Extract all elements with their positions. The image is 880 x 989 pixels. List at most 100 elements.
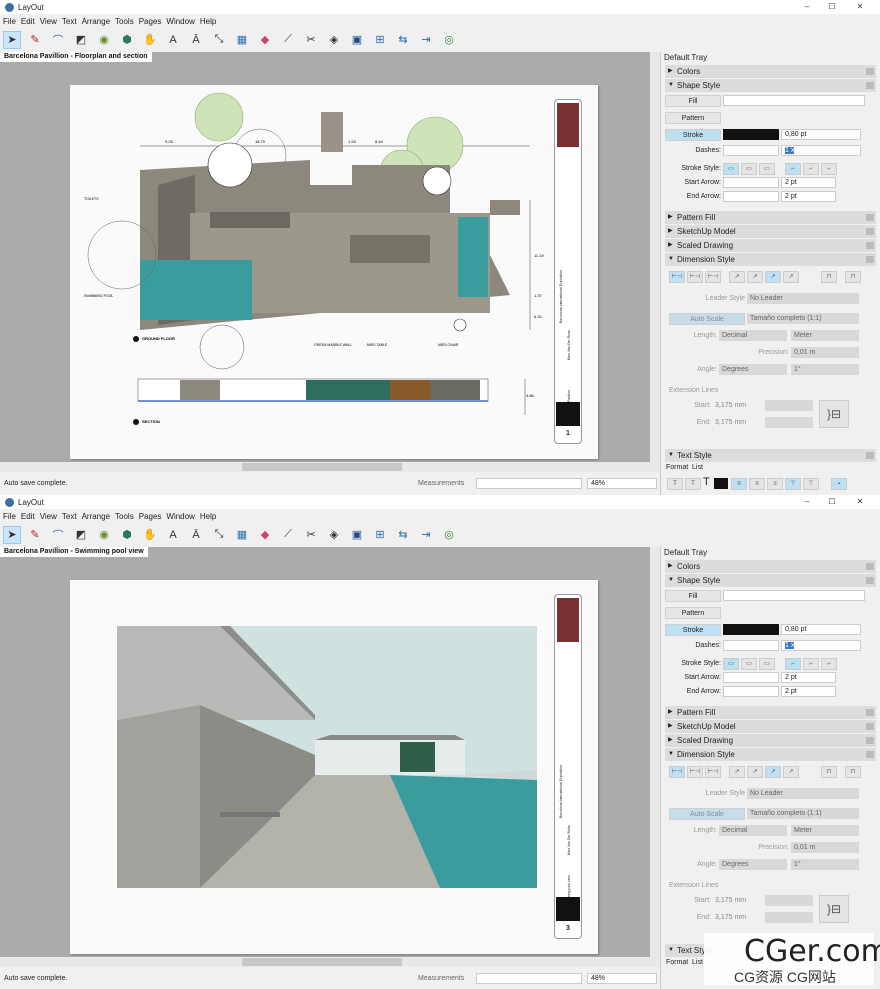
valign-icon[interactable]: ▪ bbox=[831, 478, 847, 490]
duplicate-page-icon[interactable]: ⇆ bbox=[394, 31, 412, 49]
stroke-button[interactable]: Stroke bbox=[665, 129, 721, 141]
offset-icon[interactable]: ◩ bbox=[72, 526, 90, 544]
style-icon[interactable]: ✋ bbox=[141, 31, 159, 49]
section-shape-style[interactable]: ▼ Shape Style bbox=[665, 574, 876, 587]
text-align-icon[interactable]: T bbox=[685, 478, 701, 490]
duplicate-page-icon[interactable]: ⇆ bbox=[394, 526, 412, 544]
menu-pages[interactable]: Pages bbox=[139, 17, 162, 26]
dimension-icon[interactable]: ⤡ bbox=[210, 31, 228, 49]
stroke-width-select[interactable]: 0,80 pt bbox=[781, 129, 861, 140]
add-page-icon[interactable]: ⊞ bbox=[371, 526, 389, 544]
presentation-icon[interactable]: ▣ bbox=[348, 31, 366, 49]
eyedropper-icon[interactable]: ⟋ bbox=[279, 31, 297, 49]
menu-view[interactable]: View bbox=[40, 17, 57, 26]
circle-dimension-icon[interactable]: ◉ bbox=[95, 526, 113, 544]
circle-dimension-icon[interactable]: ◉ bbox=[95, 31, 113, 49]
justify-icon[interactable]: ≡ bbox=[749, 478, 765, 490]
text-icon[interactable]: A bbox=[164, 31, 182, 49]
dim-text-below-icon[interactable]: ⊢⊣ bbox=[705, 271, 721, 283]
menu-edit[interactable]: Edit bbox=[21, 512, 35, 521]
sample-icon[interactable]: ⬢ bbox=[118, 31, 136, 49]
document-area[interactable]: Barcelona Pavillion - Floorplan and sect… bbox=[0, 52, 660, 462]
eraser-icon[interactable]: ◆ bbox=[256, 526, 274, 544]
dashes-select[interactable] bbox=[723, 640, 779, 651]
stroke-swatch[interactable] bbox=[723, 624, 779, 635]
table-icon[interactable]: ▦ bbox=[233, 526, 251, 544]
cap-butt-icon[interactable]: ▭ bbox=[723, 658, 739, 670]
dim-align-icon[interactable]: ↗ bbox=[765, 271, 781, 283]
minimize-button[interactable]: – bbox=[795, 0, 819, 14]
stroke-width-select[interactable]: 0,80 pt bbox=[781, 624, 861, 635]
dim-align-icon[interactable]: ↗ bbox=[783, 271, 799, 283]
end-arrow-size[interactable]: 2 pt bbox=[781, 686, 836, 697]
zoom-select[interactable]: 48% bbox=[587, 973, 657, 984]
scissors-icon[interactable]: ✂ bbox=[302, 526, 320, 544]
menu-arrange[interactable]: Arrange bbox=[82, 17, 110, 26]
text-color-swatch[interactable] bbox=[714, 478, 728, 489]
justify-icon[interactable]: ≡ bbox=[731, 478, 747, 490]
select-arrow-icon[interactable]: ➤ bbox=[3, 30, 21, 49]
vertical-scrollbar[interactable] bbox=[650, 547, 660, 957]
menu-tools[interactable]: Tools bbox=[115, 17, 134, 26]
dim-align-icon[interactable]: ↗ bbox=[747, 766, 763, 778]
label-icon[interactable]: Ā bbox=[187, 526, 205, 544]
stroke-swatch[interactable] bbox=[723, 129, 779, 140]
offset-icon[interactable]: ◩ bbox=[72, 31, 90, 49]
join-miter-icon[interactable]: ⌐ bbox=[785, 658, 801, 670]
text-tab-format[interactable]: Format bbox=[666, 464, 688, 471]
join-bevel-icon[interactable]: ⌐ bbox=[821, 658, 837, 670]
stroke-button[interactable]: Stroke bbox=[665, 624, 721, 636]
collaborate-icon[interactable]: ◎ bbox=[440, 31, 458, 49]
vertical-scrollbar[interactable] bbox=[650, 52, 660, 462]
eyedropper-icon[interactable]: ⟋ bbox=[279, 526, 297, 544]
menu-text[interactable]: Text bbox=[62, 512, 77, 521]
text-align-icon[interactable]: T bbox=[667, 478, 683, 490]
pattern-button[interactable]: Pattern bbox=[665, 607, 721, 619]
menu-edit[interactable]: Edit bbox=[21, 17, 35, 26]
page-tab[interactable]: Barcelona Pavillion - Swimming pool view bbox=[0, 547, 148, 557]
add-page-icon[interactable]: ⊞ bbox=[371, 31, 389, 49]
minimize-button[interactable]: – bbox=[795, 495, 819, 509]
section-pattern-fill[interactable]: ▶ Pattern Fill bbox=[665, 211, 876, 224]
arc-icon[interactable]: ⌒ bbox=[49, 31, 67, 49]
text-tab-list[interactable]: List bbox=[692, 959, 703, 966]
menu-text[interactable]: Text bbox=[62, 17, 77, 26]
cap-round-icon[interactable]: ▭ bbox=[741, 163, 757, 175]
split-icon[interactable]: ◈ bbox=[325, 526, 343, 544]
section-pattern-fill[interactable]: ▶ Pattern Fill bbox=[665, 706, 876, 719]
select-arrow-icon[interactable]: ➤ bbox=[3, 525, 21, 544]
section-sketchup-model[interactable]: ▶ SketchUp Model bbox=[665, 720, 876, 733]
section-shape-style[interactable]: ▼ Shape Style bbox=[665, 79, 876, 92]
text-tab-format[interactable]: Format bbox=[666, 959, 688, 966]
pattern-button[interactable]: Pattern bbox=[665, 112, 721, 124]
text-tab-list[interactable]: List bbox=[692, 464, 703, 471]
section-dimension-style[interactable]: ▼ Dimension Style bbox=[665, 748, 876, 761]
measurements-input[interactable] bbox=[476, 973, 582, 984]
anchor-icon[interactable]: ⊤ bbox=[785, 478, 801, 490]
section-scaled-drawing[interactable]: ▶ Scaled Drawing bbox=[665, 239, 876, 252]
menu-view[interactable]: View bbox=[40, 512, 57, 521]
menu-tools[interactable]: Tools bbox=[115, 512, 134, 521]
join-round-icon[interactable]: ⌐ bbox=[803, 658, 819, 670]
collaborate-icon[interactable]: ◎ bbox=[440, 526, 458, 544]
start-arrow-size[interactable]: 2 pt bbox=[781, 672, 836, 683]
split-icon[interactable]: ◈ bbox=[325, 31, 343, 49]
cap-square-icon[interactable]: ▭ bbox=[759, 658, 775, 670]
section-dimension-style[interactable]: ▼ Dimension Style bbox=[665, 253, 876, 266]
document-area[interactable]: Barcelona Pavillion - Swimming pool view… bbox=[0, 547, 660, 957]
menu-help[interactable]: Help bbox=[200, 17, 216, 26]
start-arrow-select[interactable] bbox=[723, 672, 779, 683]
dim-text-below-icon[interactable]: ⊢⊣ bbox=[705, 766, 721, 778]
close-button[interactable]: ✕ bbox=[848, 0, 872, 14]
paper-page[interactable]: 9.25 18.70 3.16 1.53 8.44 10.44 bbox=[70, 85, 598, 459]
justify-icon[interactable]: ≡ bbox=[767, 478, 783, 490]
close-button[interactable]: ✕ bbox=[848, 495, 872, 509]
menu-file[interactable]: File bbox=[3, 512, 16, 521]
style-icon[interactable]: ✋ bbox=[141, 526, 159, 544]
dim-flip-icon[interactable]: ⊓ bbox=[845, 766, 861, 778]
menu-arrange[interactable]: Arrange bbox=[82, 512, 110, 521]
menu-window[interactable]: Window bbox=[166, 512, 194, 521]
dim-align-icon[interactable]: ↗ bbox=[729, 271, 745, 283]
join-bevel-icon[interactable]: ⌐ bbox=[821, 163, 837, 175]
horizontal-scrollbar[interactable] bbox=[0, 462, 660, 472]
